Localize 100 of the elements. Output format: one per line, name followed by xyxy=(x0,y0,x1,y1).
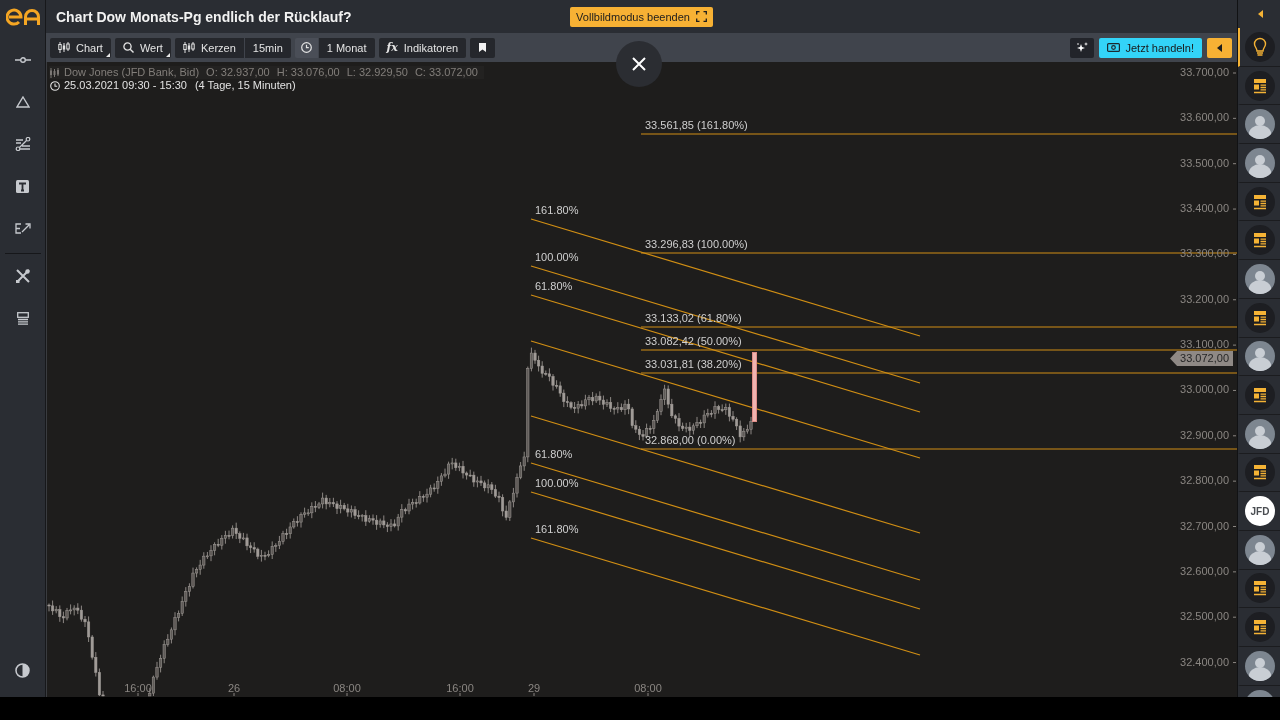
price-axis-label: 32.900,00 xyxy=(1180,428,1229,441)
price-range-marker[interactable] xyxy=(752,352,757,422)
channel-line[interactable] xyxy=(530,265,921,384)
sidebar-item[interactable] xyxy=(1238,28,1280,67)
close-icon xyxy=(632,57,646,71)
ohlc-value: L: 32.929,50 xyxy=(346,66,408,79)
clock-icon xyxy=(300,42,312,53)
channel-level-label: 61.80% xyxy=(535,280,573,293)
diagonal-lines-icon[interactable] xyxy=(14,137,31,151)
newspaper-icon xyxy=(1245,612,1275,643)
symbol-search-button[interactable]: Wert xyxy=(114,37,171,58)
price-axis-label: 32.400,00 xyxy=(1180,655,1229,668)
channel-line[interactable] xyxy=(530,294,921,413)
avatar-icon xyxy=(1245,650,1275,681)
collapse-button[interactable] xyxy=(1207,37,1232,58)
chart-title: Chart Dow Monats-Pg endlich der Rücklauf? xyxy=(56,8,353,25)
avatar-icon xyxy=(1245,109,1275,140)
sparkle-icon xyxy=(1075,42,1088,53)
price-axis-label: 33.600,00 xyxy=(1180,111,1229,124)
price-axis-label: 32.500,00 xyxy=(1180,610,1229,623)
trade-button[interactable]: Jetzt handeln! xyxy=(1098,37,1202,58)
price-axis-label: 33.400,00 xyxy=(1180,202,1229,215)
search-icon xyxy=(122,42,134,53)
ohlc-value: O: 32.937,00 xyxy=(206,66,270,79)
caret-left-icon[interactable] xyxy=(1257,10,1263,18)
banknote-icon xyxy=(1106,43,1120,52)
sidebar-item[interactable]: JFD xyxy=(1238,492,1280,531)
price-axis-label: 33.500,00 xyxy=(1180,156,1229,169)
newspaper-icon xyxy=(1245,225,1275,256)
price-axis-label: 32.700,00 xyxy=(1180,519,1229,532)
avatar-icon xyxy=(1245,418,1275,449)
price-axis-label: 33.200,00 xyxy=(1180,292,1229,305)
newspaper-icon xyxy=(1245,573,1275,604)
time-axis-label: 08:00 xyxy=(634,682,662,695)
avatar-icon xyxy=(1245,341,1275,372)
fibonacci-level-label: 33.031,81 (38.20%) xyxy=(645,358,742,371)
price-axis-label: 33.000,00 xyxy=(1180,383,1229,396)
caret-left-icon xyxy=(1217,43,1222,52)
interval-button[interactable]: 15min xyxy=(243,37,291,58)
dropdown-corner-icon xyxy=(105,52,110,57)
clock-button[interactable] xyxy=(294,37,318,58)
bookmark-icon xyxy=(479,43,487,52)
duration-text: (4 Tage, 15 Minuten) xyxy=(194,79,296,92)
layout-icon[interactable] xyxy=(16,311,29,325)
ohlc-value: C: 33.072,00 xyxy=(414,66,478,79)
time-axis-label: 16:00 xyxy=(446,682,474,695)
time-axis-label: 29 xyxy=(527,682,541,695)
indicators-button[interactable]: fx Indikatoren xyxy=(378,37,467,58)
dropdown-corner-icon xyxy=(165,52,170,57)
formula-icon: fx xyxy=(386,41,398,54)
price-axis-label: 33.100,00 xyxy=(1180,338,1229,351)
channel-line[interactable] xyxy=(530,218,921,337)
fibonacci-level-label: 33.561,85 (161.80%) xyxy=(645,119,748,132)
time-axis-label: 08:00 xyxy=(333,682,361,695)
candles-button[interactable]: Kerzen xyxy=(174,37,244,58)
fullscreen-exit-icon xyxy=(695,11,707,22)
channel-level-label: 100.00% xyxy=(535,251,579,264)
newspaper-icon xyxy=(1245,302,1275,333)
avatar-icon xyxy=(1245,534,1275,565)
price-axis-label: 33.700,00 xyxy=(1180,66,1229,78)
exit-fullscreen-button[interactable]: Vollbildmodus beenden xyxy=(570,6,713,27)
channel-level-label: 100.00% xyxy=(535,477,579,490)
time-axis-label: 26 xyxy=(227,682,241,695)
channel-level-label: 161.80% xyxy=(535,523,579,536)
text-tool-icon[interactable] xyxy=(16,179,29,193)
price-axis-label: 32.800,00 xyxy=(1180,474,1229,487)
tools-icon[interactable] xyxy=(14,268,31,284)
newspaper-icon xyxy=(1245,186,1275,217)
time-axis-label: 16:00 xyxy=(124,682,152,695)
avatar-icon xyxy=(1245,263,1275,294)
channel-level-label: 161.80% xyxy=(535,204,579,217)
channel-level-label: 61.80% xyxy=(535,448,573,461)
contrast-icon[interactable] xyxy=(15,662,30,678)
candles-icon xyxy=(182,42,195,53)
current-price-tag: 33.072,00 xyxy=(1170,351,1233,366)
edit-arrow-icon[interactable] xyxy=(14,222,31,234)
newspaper-icon xyxy=(1245,70,1275,101)
newspaper-icon xyxy=(1245,380,1275,411)
logo-icon[interactable] xyxy=(5,7,40,26)
price-axis-label: 32.600,00 xyxy=(1180,564,1229,577)
channel-line[interactable] xyxy=(530,415,921,534)
bookmark-button[interactable] xyxy=(470,37,496,58)
triangle-icon[interactable] xyxy=(15,96,30,108)
period-text: 25.03.2021 09:30 - 15:30 xyxy=(64,79,187,92)
chart-type-button[interactable]: Chart xyxy=(50,37,111,58)
fibonacci-level-label: 33.296,83 (100.00%) xyxy=(645,238,748,251)
fibonacci-level-label: 32.868,00 (0.00%) xyxy=(645,434,736,447)
avatar-icon xyxy=(1245,147,1275,178)
lightbulb-icon xyxy=(1245,31,1275,62)
line-tool-icon[interactable] xyxy=(14,57,31,63)
channel-line[interactable] xyxy=(530,491,921,610)
candles-icon xyxy=(58,42,70,53)
fibonacci-level-label: 33.133,02 (61.80%) xyxy=(645,312,742,325)
channel-line[interactable] xyxy=(530,462,921,581)
clock-icon xyxy=(50,80,60,91)
text-logo: JFD xyxy=(1245,496,1275,527)
sparkle-button[interactable] xyxy=(1069,37,1094,58)
time-range-button[interactable]: 1 Monat xyxy=(317,37,375,58)
candles-icon xyxy=(49,67,60,78)
newspaper-icon xyxy=(1245,457,1275,488)
